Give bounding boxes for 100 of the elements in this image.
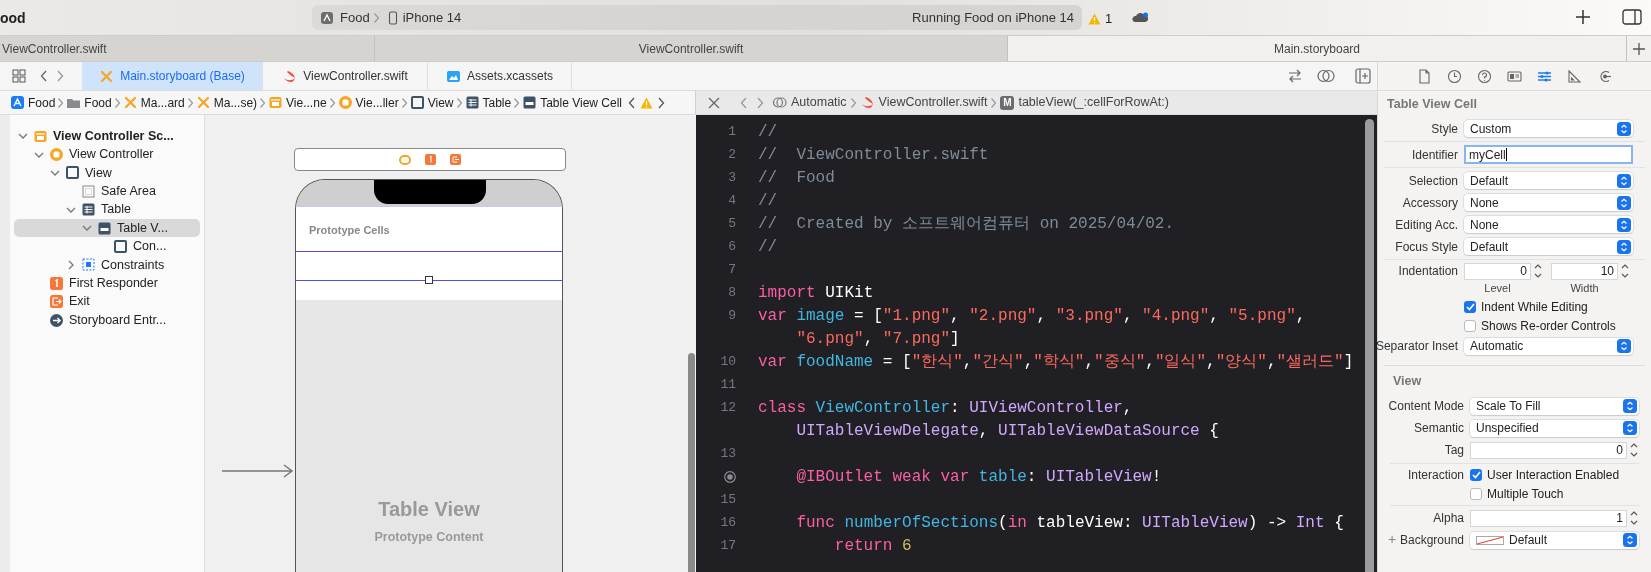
back-icon[interactable]	[40, 70, 48, 82]
popup-arrows-icon[interactable]	[1623, 421, 1637, 435]
cloud-icon[interactable]	[1131, 11, 1149, 23]
outline-row[interactable]: Table	[14, 200, 200, 219]
outline-row[interactable]: Storyboard Entr...	[14, 310, 200, 330]
resize-handle[interactable]	[425, 276, 433, 284]
number-field[interactable]: 1	[1470, 509, 1627, 527]
scheme-name[interactable]: Food	[340, 7, 370, 28]
checkbox-label[interactable]: User Interaction Enabled	[1487, 465, 1620, 484]
line-number: 7	[728, 260, 736, 279]
outline-row[interactable]: Constraints	[14, 255, 200, 275]
jump-bar-item[interactable]: View	[409, 93, 454, 112]
jump-bar-item[interactable]: Food	[66, 93, 112, 112]
popup-button[interactable]: Default	[1470, 531, 1639, 549]
next-issue-icon[interactable]	[657, 96, 665, 109]
number-field[interactable]: 10	[1551, 262, 1618, 280]
popup-arrows-icon[interactable]	[1617, 217, 1631, 232]
editor-tab[interactable]: Main.storyboard (Base)	[82, 62, 263, 90]
identifier-field[interactable]: myCell	[1464, 145, 1633, 164]
new-tab-button[interactable]	[1627, 36, 1651, 61]
forward-icon[interactable]	[56, 70, 64, 82]
popup-arrows-icon[interactable]	[1617, 195, 1631, 210]
popup-button[interactable]: None	[1464, 216, 1633, 233]
stepper[interactable]	[1620, 262, 1630, 280]
jump-bar-item[interactable]: Food	[10, 93, 56, 112]
scrollbar[interactable]	[688, 353, 695, 572]
help-icon[interactable]	[1477, 68, 1492, 84]
popup-arrows-icon[interactable]	[1623, 399, 1637, 413]
stepper[interactable]	[1629, 509, 1639, 527]
editor-tab[interactable]: Assets.xcassets	[428, 62, 572, 90]
jump-bar-item[interactable]: ViewController.swift	[859, 93, 988, 112]
popup-arrows-icon[interactable]	[1617, 173, 1631, 188]
popup-arrows-icon[interactable]	[1617, 239, 1631, 254]
checkbox-label[interactable]: Multiple Touch	[1487, 484, 1564, 503]
checkbox[interactable]	[1470, 468, 1482, 481]
editor-tab[interactable]: ViewController.swift	[263, 62, 428, 90]
jump-bar-item[interactable]: Table View Cell	[522, 93, 622, 112]
jump-bar-item[interactable]: Automatic	[772, 93, 847, 112]
number-field[interactable]: 0	[1470, 441, 1627, 459]
popup-button[interactable]: Default	[1464, 172, 1633, 189]
add-editor-icon[interactable]	[1355, 68, 1371, 84]
selected-cell[interactable]	[296, 251, 562, 281]
jump-bar-item[interactable]: Ma...se)	[195, 93, 258, 112]
popup-arrows-icon[interactable]	[1617, 339, 1631, 353]
checkbox[interactable]	[1464, 319, 1476, 332]
outline-row[interactable]: Con...	[14, 237, 200, 256]
grid-icon[interactable]	[12, 69, 26, 83]
outline-row[interactable]: Exit	[14, 292, 200, 311]
disclosure-icon[interactable]	[66, 259, 76, 270]
outline-row[interactable]: View Controller	[14, 145, 200, 164]
swap-arrows-icon[interactable]	[1287, 69, 1303, 83]
outline-row[interactable]: View Controller Sc...	[14, 127, 200, 146]
close-icon[interactable]	[708, 96, 720, 109]
checkbox[interactable]	[1470, 487, 1482, 500]
entry-point-arrow[interactable]	[222, 464, 294, 478]
popup-button[interactable]: Unspecified	[1470, 419, 1639, 437]
checkbox-label[interactable]: Indent While Editing	[1481, 297, 1588, 316]
previous-issue-icon[interactable]	[628, 96, 636, 109]
window-tab[interactable]: ViewController.swift	[0, 36, 375, 61]
outlet-connection-icon[interactable]	[724, 470, 736, 483]
linked-circles-icon[interactable]	[1317, 69, 1335, 83]
scheme-status-bar[interactable]: Food iPhone 14 Running Food on iPhone 14	[312, 5, 1082, 30]
jump-bar-item[interactable]: Table	[464, 93, 512, 112]
clock-icon[interactable]	[1447, 68, 1462, 84]
device-name[interactable]: iPhone 14	[402, 7, 462, 28]
add-icon[interactable]	[1575, 9, 1591, 25]
file-icon[interactable]	[1417, 68, 1432, 84]
checkbox[interactable]	[1464, 300, 1476, 313]
stepper[interactable]	[1533, 262, 1543, 280]
popup-button[interactable]: Automatic	[1464, 337, 1633, 355]
popup-arrows-icon[interactable]	[1617, 121, 1631, 136]
add-icon[interactable]	[1633, 42, 1645, 55]
outline-row[interactable]: Safe Area	[14, 182, 200, 201]
checkbox-label[interactable]: Shows Re-order Controls	[1481, 316, 1616, 335]
popup-arrows-icon[interactable]	[1623, 533, 1637, 547]
jump-bar-item[interactable]: Ma...ard	[122, 93, 185, 112]
jump-bar-item[interactable]: Vie...ller	[337, 93, 399, 112]
popup-button[interactable]: Default	[1464, 238, 1633, 255]
scrollbar[interactable]	[1365, 119, 1374, 572]
number-field[interactable]: 0	[1464, 262, 1531, 280]
popup-button[interactable]: None	[1464, 194, 1633, 211]
code-line: import UIKit	[757, 282, 874, 304]
forward-icon[interactable]	[756, 96, 764, 109]
outline-row[interactable]: Table V...	[14, 218, 200, 238]
jump-bar-item[interactable]: M tableView(_:cellForRowAt:)	[1000, 93, 1169, 112]
outline-row[interactable]: View	[14, 163, 200, 183]
connections-icon[interactable]	[1597, 68, 1612, 84]
jump-bar-item[interactable]: Vie...ne	[268, 93, 327, 112]
stepper[interactable]	[1629, 441, 1639, 459]
back-icon[interactable]	[740, 96, 748, 109]
warning-count[interactable]: 1	[1105, 9, 1113, 29]
outline-row[interactable]: First Responder	[14, 274, 200, 293]
sidebar-toggle-icon[interactable]	[1622, 9, 1642, 25]
ruler-icon[interactable]	[1567, 68, 1582, 84]
exit-icon[interactable]	[450, 154, 461, 165]
chevron-icon	[455, 96, 463, 109]
identity-card-icon[interactable]	[1507, 68, 1522, 84]
popup-button[interactable]: Custom	[1464, 120, 1633, 137]
window-tab[interactable]: Main.storyboard	[1008, 36, 1627, 61]
popup-button[interactable]: Scale To Fill	[1470, 397, 1639, 415]
